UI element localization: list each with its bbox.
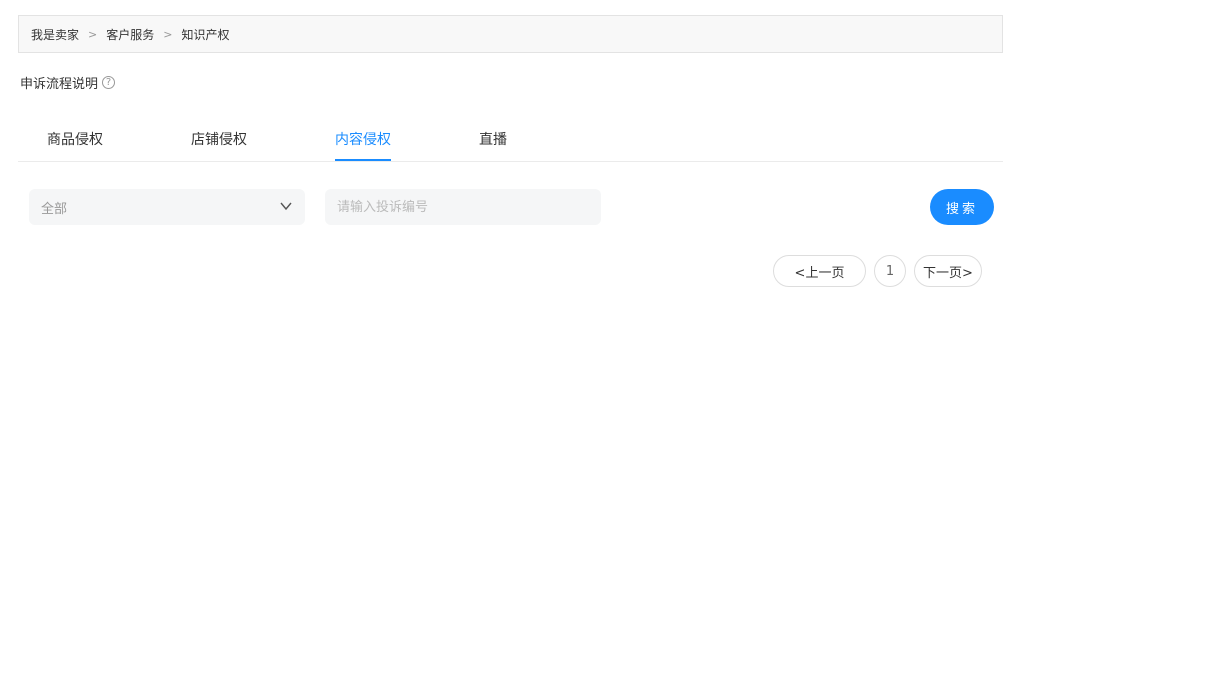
appeal-process-link[interactable]: 申诉流程说明 ? bbox=[20, 73, 116, 92]
breadcrumb-separator: > bbox=[88, 27, 98, 41]
prev-page-button[interactable]: <上一页 bbox=[773, 255, 866, 287]
complaint-number-input[interactable] bbox=[325, 189, 601, 225]
appeal-process-label: 申诉流程说明 bbox=[20, 77, 99, 92]
breadcrumb-item-intellectual-property: 知识产权 bbox=[181, 27, 230, 42]
page-number-button[interactable]: 1 bbox=[874, 255, 906, 287]
tab-store-infringement[interactable]: 店铺侵权 bbox=[191, 129, 247, 159]
tab-product-infringement[interactable]: 商品侵权 bbox=[47, 129, 103, 159]
question-circle-icon[interactable]: ? bbox=[102, 76, 116, 89]
tab-bar: 商品侵权 店铺侵权 内容侵权 直播 bbox=[18, 120, 1003, 162]
chevron-down-icon bbox=[280, 202, 292, 211]
breadcrumb-item-seller[interactable]: 我是卖家 bbox=[31, 26, 79, 43]
tab-live-stream[interactable]: 直播 bbox=[479, 129, 507, 159]
breadcrumb-item-customer-service[interactable]: 客户服务 bbox=[106, 26, 154, 43]
breadcrumb-separator: > bbox=[163, 27, 173, 41]
tab-content-infringement[interactable]: 内容侵权 bbox=[335, 129, 391, 161]
type-select-value: 全部 bbox=[41, 201, 68, 217]
breadcrumb: 我是卖家 > 客户服务 > 知识产权 bbox=[18, 15, 1003, 53]
search-button[interactable]: 搜索 bbox=[930, 189, 994, 225]
type-select[interactable]: 全部 bbox=[29, 189, 305, 225]
next-page-button[interactable]: 下一页> bbox=[914, 255, 982, 287]
